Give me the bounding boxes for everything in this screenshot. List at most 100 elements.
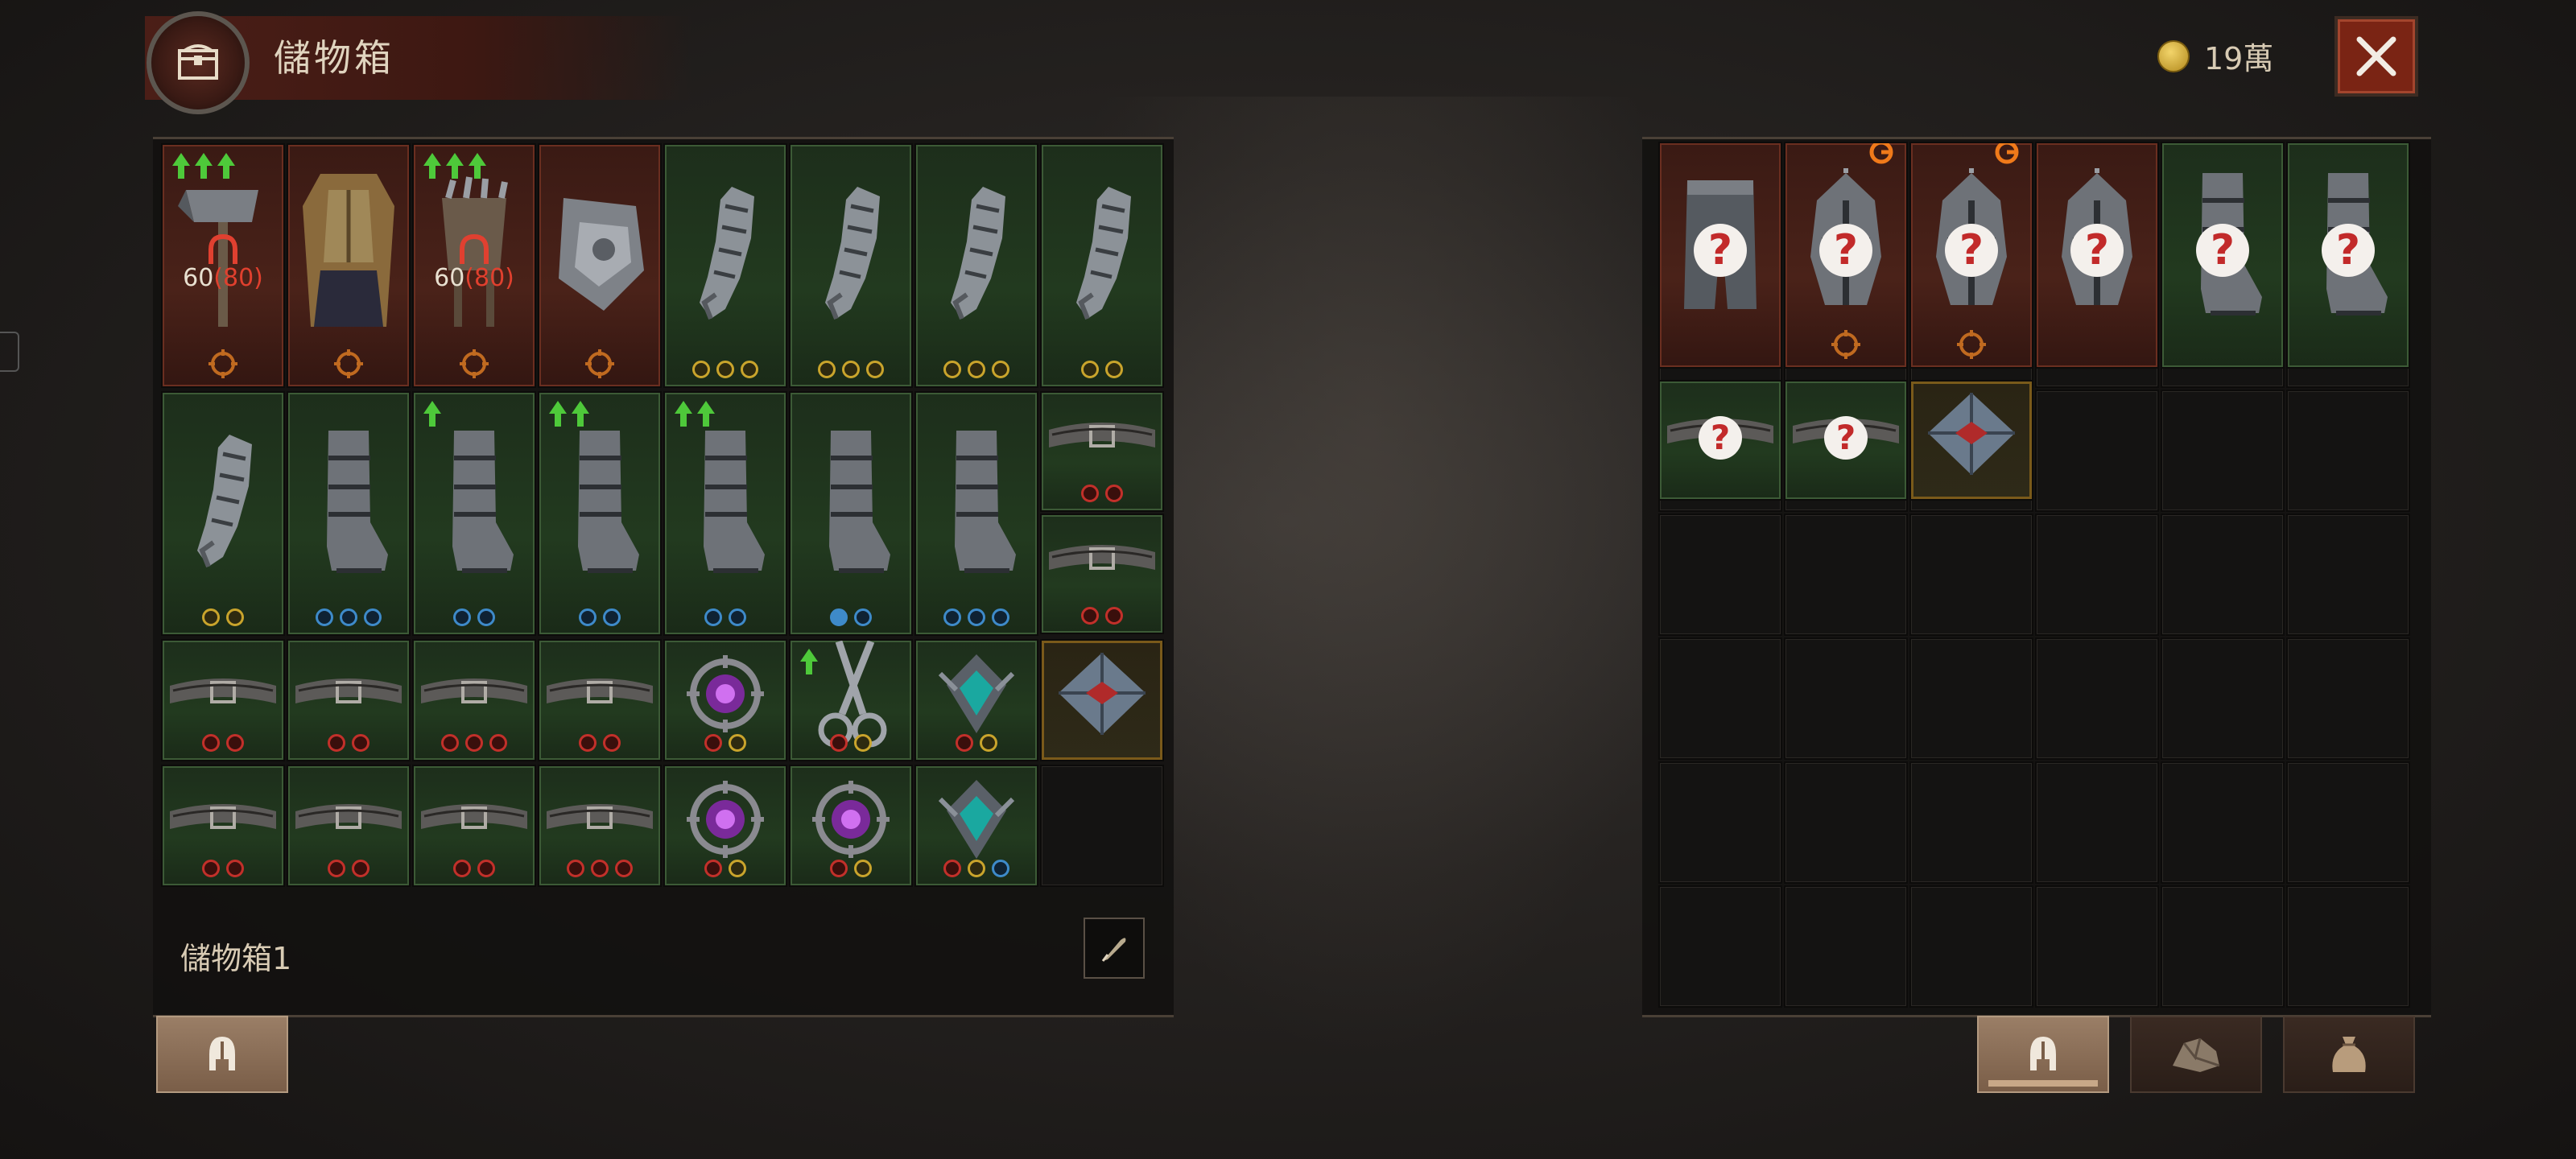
socket bbox=[716, 361, 734, 378]
socket bbox=[704, 608, 722, 626]
tab-equipment[interactable] bbox=[1977, 1016, 2109, 1093]
stash-slot[interactable] bbox=[789, 765, 913, 887]
stash-slot[interactable] bbox=[538, 391, 662, 636]
inventory-slot[interactable] bbox=[2286, 761, 2410, 884]
shoulder-guard-item bbox=[547, 182, 652, 330]
stash-slot[interactable] bbox=[663, 639, 787, 761]
stash-slot[interactable] bbox=[287, 391, 411, 636]
inventory-slot[interactable] bbox=[2035, 637, 2159, 760]
inventory-slot[interactable]: ? bbox=[1784, 142, 1908, 369]
inventory-slot[interactable] bbox=[1658, 885, 1782, 1008]
socket-row bbox=[665, 860, 786, 877]
tab-consumables[interactable] bbox=[2283, 1016, 2415, 1093]
inventory-slot[interactable] bbox=[1658, 637, 1782, 760]
stash-slot[interactable] bbox=[914, 143, 1038, 388]
socket-row bbox=[665, 734, 786, 752]
inventory-slot[interactable] bbox=[2286, 514, 2410, 636]
tab-materials[interactable] bbox=[2130, 1016, 2262, 1093]
inventory-slot[interactable]: ? bbox=[1909, 142, 2033, 369]
stash-slot[interactable] bbox=[1040, 765, 1164, 887]
socket bbox=[1105, 485, 1123, 502]
inventory-slot[interactable] bbox=[2161, 885, 2285, 1008]
inventory-slot[interactable] bbox=[2286, 885, 2410, 1008]
chest-armor-item bbox=[296, 166, 401, 346]
stash-slot[interactable] bbox=[663, 391, 787, 636]
stash-slot[interactable] bbox=[287, 765, 411, 887]
inventory-slot[interactable] bbox=[1909, 885, 2033, 1008]
stash-slot[interactable] bbox=[287, 143, 411, 388]
inventory-slot[interactable] bbox=[1909, 514, 2033, 636]
stash-slot[interactable] bbox=[1040, 514, 1164, 634]
inventory-slot[interactable] bbox=[2035, 514, 2159, 636]
socket bbox=[1105, 361, 1123, 378]
socket bbox=[579, 608, 597, 626]
inventory-slot[interactable] bbox=[2161, 514, 2285, 636]
stash-slot[interactable] bbox=[287, 639, 411, 761]
stash-slot[interactable] bbox=[914, 391, 1038, 636]
inventory-slot[interactable] bbox=[1909, 761, 2033, 884]
inventory-slot[interactable] bbox=[2161, 637, 2285, 760]
inventory-slot[interactable] bbox=[2161, 390, 2285, 512]
inventory-slot[interactable] bbox=[1784, 637, 1908, 760]
socket bbox=[992, 361, 1009, 378]
stash-slot[interactable] bbox=[538, 765, 662, 887]
socket-row bbox=[163, 734, 283, 752]
belt-item bbox=[167, 795, 279, 847]
helmet-icon bbox=[209, 1037, 235, 1070]
rename-button[interactable] bbox=[1084, 918, 1145, 979]
stash-slot[interactable] bbox=[412, 391, 536, 636]
stash-slot[interactable] bbox=[161, 765, 285, 887]
inventory-slot[interactable]: ? bbox=[2286, 142, 2410, 369]
inventory-slot[interactable] bbox=[2286, 390, 2410, 512]
stash-slot[interactable] bbox=[663, 143, 787, 388]
inventory-slot[interactable] bbox=[1658, 514, 1782, 636]
inventory-slot[interactable]: ? bbox=[1658, 380, 1782, 501]
inventory-slot[interactable] bbox=[1909, 380, 2033, 501]
stash-slot[interactable] bbox=[538, 639, 662, 761]
stash-slot[interactable]: 60(80) bbox=[161, 143, 285, 388]
stash-slot[interactable] bbox=[789, 391, 913, 636]
inventory-slot[interactable] bbox=[1784, 514, 1908, 636]
unidentified-icon: ? bbox=[2070, 224, 2124, 278]
stash-slot[interactable] bbox=[161, 639, 285, 761]
stash-slot[interactable] bbox=[161, 391, 285, 636]
stash-slot[interactable] bbox=[412, 639, 536, 761]
inventory-slot[interactable]: ? bbox=[2035, 142, 2159, 369]
stash-slot[interactable] bbox=[914, 639, 1038, 761]
stash-slot[interactable] bbox=[663, 765, 787, 887]
socket bbox=[842, 361, 860, 378]
stash-slot[interactable] bbox=[789, 143, 913, 388]
socket bbox=[866, 361, 884, 378]
stash-slot[interactable] bbox=[412, 765, 536, 887]
socket bbox=[352, 734, 369, 752]
stash-slot[interactable] bbox=[1040, 639, 1164, 761]
inventory-slot[interactable] bbox=[1784, 885, 1908, 1008]
stash-slot[interactable] bbox=[538, 143, 662, 388]
inventory-slot[interactable] bbox=[1658, 761, 1782, 884]
stash-slot[interactable] bbox=[914, 765, 1038, 887]
socket bbox=[830, 860, 848, 877]
socket bbox=[943, 860, 961, 877]
inventory-slot[interactable] bbox=[2161, 761, 2285, 884]
inventory-slot[interactable] bbox=[1784, 761, 1908, 884]
side-handle[interactable] bbox=[0, 332, 19, 372]
inventory-slot[interactable] bbox=[2286, 637, 2410, 760]
tab-equipment-left[interactable] bbox=[156, 1016, 288, 1093]
socket bbox=[226, 734, 244, 752]
inventory-slot[interactable]: ? bbox=[2161, 142, 2285, 369]
socket bbox=[591, 860, 609, 877]
inventory-slot[interactable] bbox=[1909, 637, 2033, 760]
stash-slot[interactable]: 60(80) bbox=[412, 143, 536, 388]
socket bbox=[704, 734, 722, 752]
inventory-slot[interactable] bbox=[2035, 885, 2159, 1008]
inventory-slot[interactable] bbox=[2035, 761, 2159, 884]
inventory-slot[interactable]: ? bbox=[1658, 142, 1782, 369]
stash-slot[interactable] bbox=[1040, 391, 1164, 512]
inventory-slot[interactable] bbox=[2035, 390, 2159, 512]
unidentified-icon: ? bbox=[1699, 416, 1742, 460]
socket bbox=[453, 860, 471, 877]
stash-slot[interactable] bbox=[1040, 143, 1164, 388]
stash-slot[interactable] bbox=[789, 639, 913, 761]
close-button[interactable] bbox=[2334, 16, 2418, 97]
inventory-slot[interactable]: ? bbox=[1784, 380, 1908, 501]
